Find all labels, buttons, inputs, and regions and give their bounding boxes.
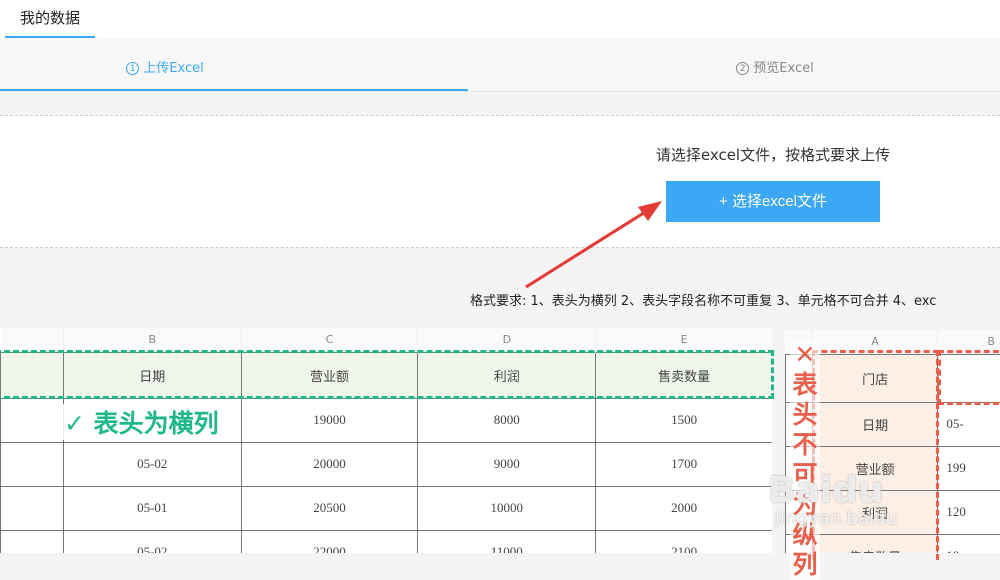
format-requirements: 格式要求: 1、表头为横列 2、表头字段名称不可重复 3、单元格不可合并 4、e…	[470, 290, 936, 309]
header-row-highlight	[0, 350, 774, 399]
upload-panel: 请选择excel文件，按格式要求上传 + 选择excel文件	[0, 115, 1000, 248]
column-letters: BCDE	[1, 328, 773, 352]
watermark-logo: Baidu	[768, 470, 883, 511]
table-row: 05-0222000110002100	[1, 530, 773, 553]
wrong-label: ✕表头不可为纵列	[790, 340, 820, 580]
table-row: 05-022000090001700	[1, 442, 773, 486]
arrow-annotation	[520, 195, 670, 295]
step-progress-line	[0, 89, 468, 91]
first-row-highlight	[938, 350, 1000, 405]
steps-bar: 1上传Excel 2预览Excel	[0, 38, 1000, 92]
watermark-url: jingyan.baidu	[775, 508, 897, 529]
tab-my-data[interactable]: 我的数据	[5, 0, 95, 38]
top-bar: 我的数据	[0, 0, 1000, 38]
table-row: 05-0120500100002000	[1, 486, 773, 530]
correct-label: ✓ 表头为横列	[58, 404, 225, 440]
step-upload-excel[interactable]: 1上传Excel	[0, 38, 330, 90]
step-preview-excel[interactable]: 2预览Excel	[610, 38, 940, 90]
select-excel-button[interactable]: + 选择excel文件	[666, 181, 880, 222]
upload-hint: 请选择excel文件，按格式要求上传	[560, 144, 986, 165]
